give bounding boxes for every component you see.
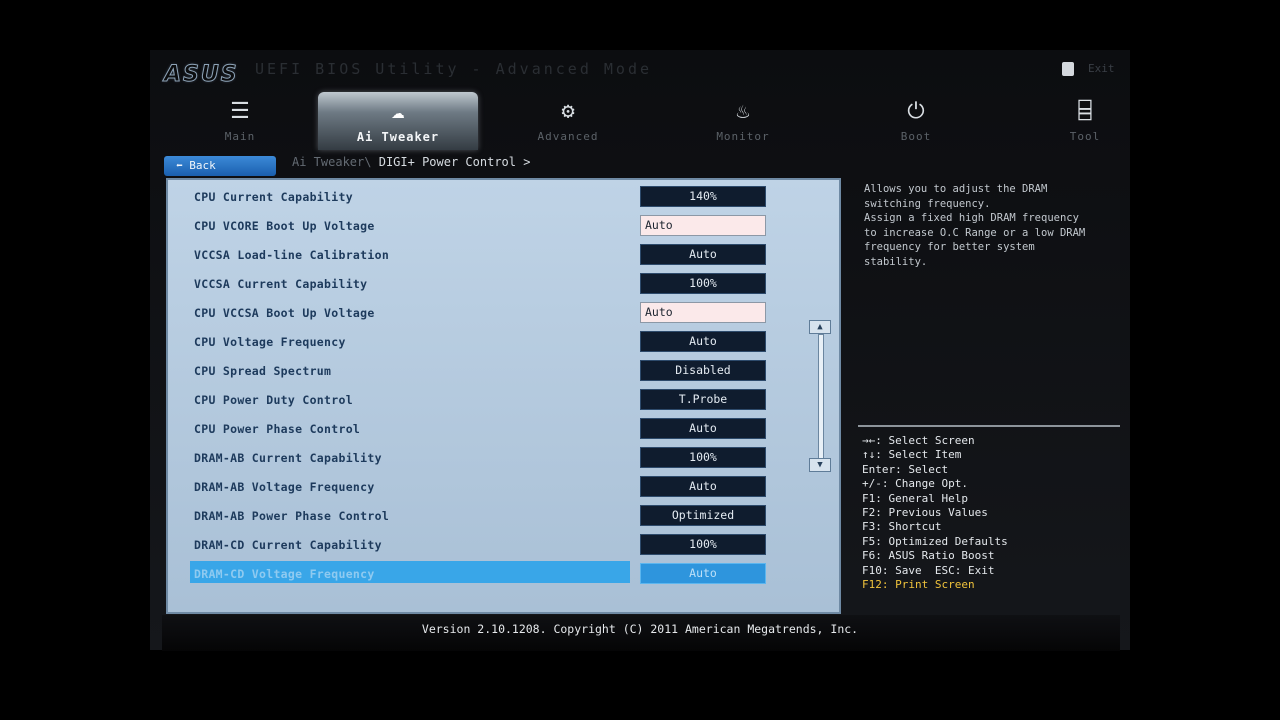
key-hint: F6: ASUS Ratio Boost	[862, 549, 995, 563]
setting-label: VCCSA Load-line Calibration	[194, 248, 390, 262]
setting-label: CPU Current Capability	[194, 190, 353, 204]
setting-value-input[interactable]: Auto	[640, 215, 766, 236]
advanced-icon: ⚙	[561, 99, 575, 124]
setting-value[interactable]: 100%	[640, 273, 766, 294]
setting-value[interactable]: 140%	[640, 186, 766, 207]
setting-value[interactable]: Disabled	[640, 360, 766, 381]
scroll-up-arrow-icon[interactable]: ▲	[809, 320, 831, 334]
setting-label: CPU Voltage Frequency	[194, 335, 346, 349]
tab-label: Monitor	[716, 130, 770, 143]
setting-row-selected[interactable]: DRAM-CD Voltage Frequency Auto	[190, 561, 814, 587]
setting-row[interactable]: DRAM-AB Power Phase Control Optimized	[194, 505, 814, 529]
tab-label: Tool	[1069, 130, 1101, 143]
tab-tool[interactable]: ⌸ Tool	[1010, 92, 1160, 150]
scroll-track[interactable]	[818, 334, 824, 460]
tab-boot[interactable]: ⏻ Boot	[841, 92, 991, 150]
setting-label: DRAM-AB Voltage Frequency	[194, 480, 375, 494]
settings-panel: CPU Current Capability 140% CPU VCORE Bo…	[166, 178, 841, 614]
setting-label: CPU Spread Spectrum	[194, 364, 332, 378]
exit-label[interactable]: Exit	[1088, 62, 1115, 75]
key-hint: ↑↓: Select Item	[862, 448, 962, 462]
tab-ai-tweaker[interactable]: ☁ Ai Tweaker	[318, 92, 478, 150]
setting-row[interactable]: CPU Current Capability 140%	[194, 186, 814, 210]
key-hint: F2: Previous Values	[862, 506, 988, 520]
setting-row[interactable]: CPU VCCSA Boot Up Voltage Auto	[194, 302, 814, 326]
setting-row[interactable]: CPU Power Phase Control Auto	[194, 418, 814, 442]
breadcrumb-current: DIGI+ Power Control >	[378, 155, 531, 169]
setting-label: CPU VCORE Boot Up Voltage	[194, 219, 375, 233]
setting-value[interactable]: Auto	[640, 418, 766, 439]
tab-advanced[interactable]: ⚙ Advanced	[493, 92, 643, 150]
setting-label: CPU Power Phase Control	[194, 422, 361, 436]
setting-row[interactable]: DRAM-AB Current Capability 100%	[194, 447, 814, 471]
divider	[858, 425, 1120, 427]
setting-value[interactable]: T.Probe	[640, 389, 766, 410]
exit-icon[interactable]	[1062, 62, 1074, 76]
back-arrow-icon: ⬅	[176, 159, 190, 172]
scrollbar[interactable]: ▲ ▼	[809, 320, 831, 472]
tweaker-icon: ☁	[391, 99, 405, 124]
key-legend: →←: Select Screen ↑↓: Select Item Enter:…	[862, 434, 1008, 592]
setting-label: DRAM-CD Current Capability	[194, 538, 382, 552]
list-icon: ☰	[230, 99, 250, 124]
setting-row[interactable]: CPU Power Duty Control T.Probe	[194, 389, 814, 413]
setting-value[interactable]: Auto	[640, 331, 766, 352]
tab-label: Ai Tweaker	[356, 130, 440, 144]
power-icon: ⏻	[907, 99, 925, 124]
key-hint: F10: Save ESC: Exit	[862, 563, 995, 577]
tab-main[interactable]: ☰ Main	[165, 92, 315, 150]
setting-row[interactable]: DRAM-AB Voltage Frequency Auto	[194, 476, 814, 500]
setting-value-input[interactable]: Auto	[640, 302, 766, 323]
setting-row[interactable]: DRAM-CD Current Capability 100%	[194, 534, 814, 558]
setting-value[interactable]: Auto	[640, 563, 766, 584]
help-panel: Allows you to adjust the DRAM switching …	[858, 182, 1120, 420]
monitor-icon: ♨	[736, 99, 750, 124]
key-hint: +/-: Change Opt.	[862, 477, 968, 491]
setting-row[interactable]: VCCSA Current Capability 100%	[194, 273, 814, 297]
tab-label: Main	[224, 130, 256, 143]
setting-row[interactable]: CPU Spread Spectrum Disabled	[194, 360, 814, 384]
setting-label: CPU Power Duty Control	[194, 393, 353, 407]
tab-label: Boot	[900, 130, 932, 143]
key-hint: F1: General Help	[862, 491, 968, 505]
help-text: Allows you to adjust the DRAM switching …	[864, 183, 1086, 268]
setting-label: VCCSA Current Capability	[194, 277, 368, 291]
version-footer: Version 2.10.1208. Copyright (C) 2011 Am…	[421, 622, 859, 636]
setting-label: CPU VCCSA Boot Up Voltage	[194, 306, 375, 320]
setting-label: DRAM-AB Current Capability	[194, 451, 382, 465]
back-button[interactable]: ⬅ Back	[164, 156, 276, 176]
tab-label: Advanced	[537, 130, 599, 143]
setting-row[interactable]: CPU Voltage Frequency Auto	[194, 331, 814, 355]
tab-monitor[interactable]: ♨ Monitor	[668, 92, 818, 150]
setting-row[interactable]: CPU VCORE Boot Up Voltage Auto	[194, 215, 814, 239]
setting-label: DRAM-CD Voltage Frequency	[194, 567, 375, 581]
back-label: Back	[189, 159, 216, 172]
main-tabs: ☰ Main ☁ Ai Tweaker ⚙ Advanced ♨ Monitor…	[165, 92, 1120, 152]
breadcrumb-parent[interactable]: Ai Tweaker\	[292, 155, 371, 169]
setting-value[interactable]: 100%	[640, 534, 766, 555]
key-hint: F5: Optimized Defaults	[862, 534, 1008, 548]
scroll-down-arrow-icon[interactable]: ▼	[809, 458, 831, 472]
setting-value[interactable]: Auto	[640, 476, 766, 497]
setting-value[interactable]: Optimized	[640, 505, 766, 526]
setting-value[interactable]: Auto	[640, 244, 766, 265]
setting-row[interactable]: VCCSA Load-line Calibration Auto	[194, 244, 814, 268]
key-hint: F3: Shortcut	[862, 520, 942, 534]
print-screen-hint: F12: Print Screen	[862, 578, 975, 592]
key-hint: →←: Select Screen	[862, 434, 975, 447]
breadcrumb: Ai Tweaker\ DIGI+ Power Control >	[292, 155, 530, 169]
setting-value[interactable]: 100%	[640, 447, 766, 468]
asus-logo: ASUS	[164, 62, 239, 88]
tool-icon: ⌸	[1078, 99, 1092, 124]
setting-label: DRAM-AB Power Phase Control	[194, 509, 390, 523]
mode-title: UEFI BIOS Utility - Advanced Mode	[255, 60, 653, 78]
key-hint: Enter: Select	[862, 462, 949, 476]
